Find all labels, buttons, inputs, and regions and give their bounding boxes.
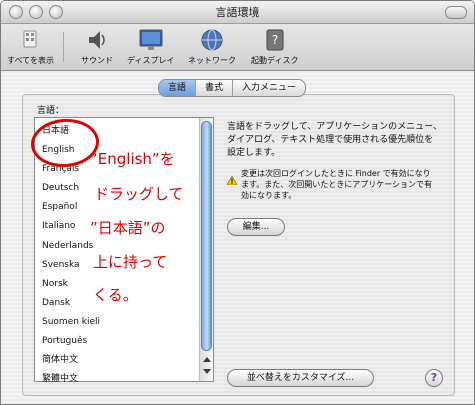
toolbar-startup-disk[interactable]: ? 起動ディスク [251, 27, 298, 66]
list-item[interactable]: Português [35, 332, 195, 351]
warning-icon [226, 170, 238, 186]
toolbar-label: すべてを表示 [7, 56, 54, 65]
list-scrollbar[interactable] [199, 118, 213, 381]
speaker-icon [82, 27, 112, 53]
help-button[interactable]: ? [425, 369, 443, 387]
annotation-line: ドラッグして [94, 185, 184, 203]
toolbar: すべてを表示 サウンド ディスプレイ ネットワーク ? 起動ディスク [1, 24, 474, 71]
scroll-up-arrow-icon[interactable] [203, 357, 211, 362]
scroll-thumb[interactable] [201, 121, 212, 351]
tab-formats[interactable]: 書式 [196, 80, 234, 96]
tab-input-menu[interactable]: 入力メニュー [233, 80, 305, 96]
scroll-down-arrow-icon[interactable] [203, 369, 211, 374]
annotation-line: くる。 [93, 286, 138, 304]
tab-language[interactable]: 言語 [159, 80, 197, 96]
disk-icon: ? [260, 27, 290, 53]
svg-text:?: ? [272, 33, 278, 47]
toolbar-toggle-button[interactable] [445, 6, 467, 19]
description-text: 言語をドラッグして、アプリケーションのメニュー、ダイアログ、テキスト処理で使用さ… [227, 122, 443, 158]
toolbar-sound[interactable]: サウンド [81, 27, 113, 66]
warning-note: 変更は次回ログインしたときに Finder で有効になります。また、次回開いたと… [226, 168, 437, 201]
list-item[interactable]: Suomen kieli [35, 313, 195, 332]
window-title: 言語環境 [215, 6, 260, 19]
toolbar-network[interactable]: ネットワーク [188, 27, 236, 66]
preferences-window: 言語環境 すべてを表示 サウンド ディスプレイ ネットワーク ? 起動ディスク … [0, 0, 475, 405]
toolbar-label: 起動ディスク [251, 56, 299, 65]
annotation-line: 上に持って [93, 253, 168, 271]
warning-text: 変更は次回ログインしたときに Finder で有効になります。また、次回開いたと… [241, 169, 433, 200]
customize-sort-button[interactable]: 並べ替えをカスタマイズ... [227, 369, 374, 387]
toolbar-show-all[interactable]: すべてを表示 [7, 27, 54, 66]
toolbar-display[interactable]: ディスプレイ [127, 27, 174, 66]
toolbar-label: ディスプレイ [127, 56, 175, 65]
toolbar-label: サウンド [81, 56, 113, 65]
toolbar-label: ネットワーク [188, 56, 236, 65]
toolbar-separator [63, 32, 64, 62]
edit-button[interactable]: 編集... [227, 218, 285, 236]
list-item[interactable]: 简体中文 [35, 351, 195, 370]
display-icon [136, 27, 166, 53]
languages-label: 言語： [37, 106, 65, 116]
annotation-line: “English”を [90, 150, 175, 168]
globe-icon [197, 27, 227, 53]
tab-bar: 言語 書式 入力メニュー [158, 79, 307, 97]
show-all-icon [15, 27, 45, 53]
annotation-line: ”日本語”の [90, 219, 166, 237]
title-bar: 言語環境 [1, 1, 474, 24]
list-item[interactable]: 繁體中文 [35, 370, 195, 389]
